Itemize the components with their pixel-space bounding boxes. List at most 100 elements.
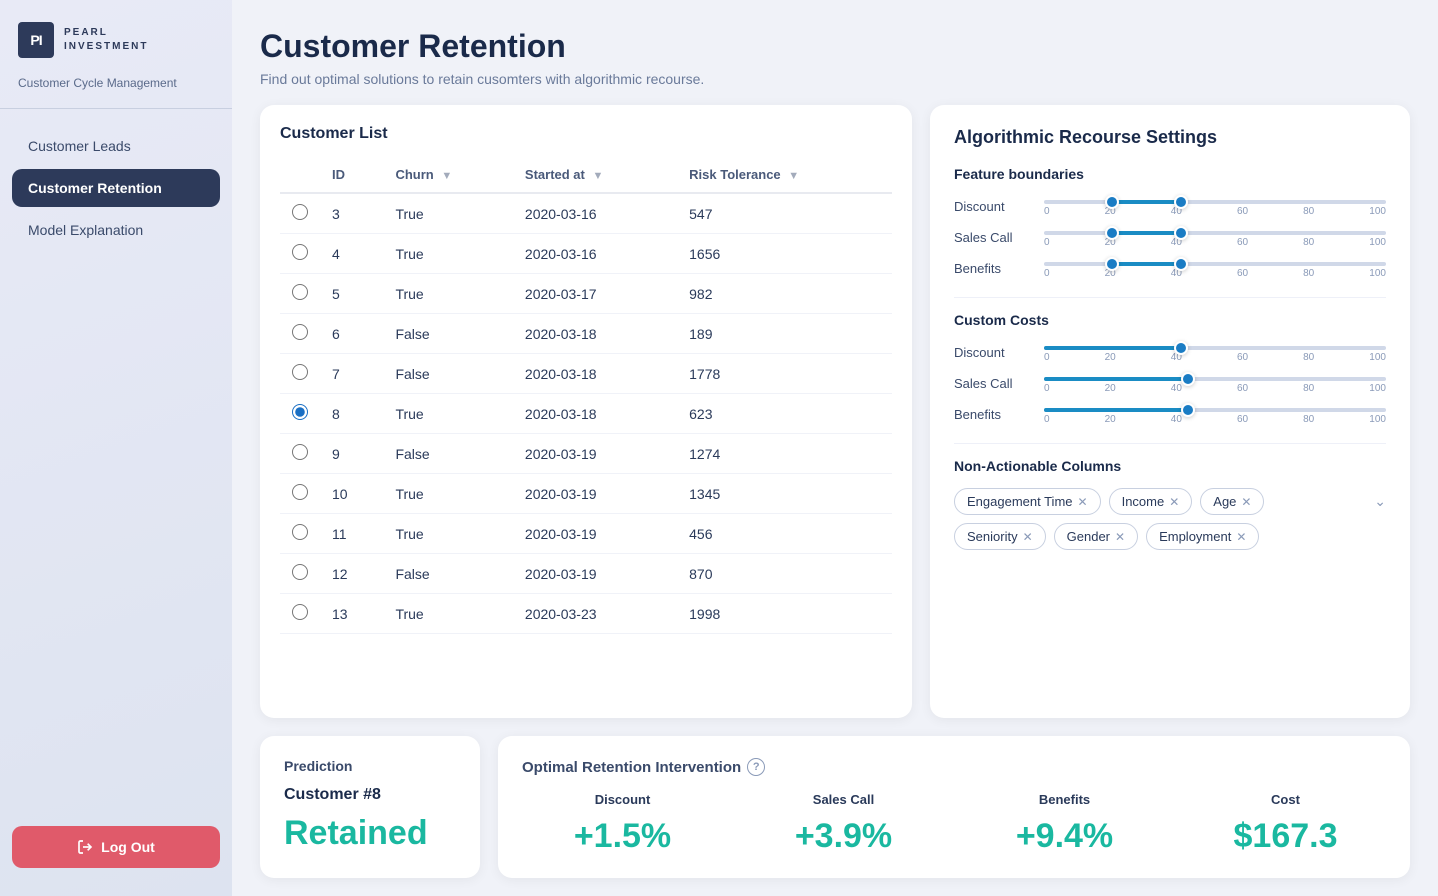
row-radio-cell[interactable] <box>280 554 320 594</box>
customer-radio[interactable] <box>292 524 308 540</box>
logo-text: PEARL INVESTMENT <box>64 26 148 54</box>
metric-cost: Cost $167.3 <box>1185 792 1386 856</box>
customer-table-wrap: ID Churn ▼ Started at ▼ Risk Tolerance ▼… <box>280 157 892 698</box>
feature-salescall-row: Sales Call 020406080100 <box>954 227 1386 248</box>
row-cell-risk_tolerance: 456 <box>677 514 892 554</box>
sidebar-subtitle: Customer Cycle Management <box>0 76 232 109</box>
row-cell-id: 8 <box>320 394 383 434</box>
non-actionable-header: Non-Actionable Columns <box>954 458 1386 474</box>
remove-gender[interactable]: ✕ <box>1115 531 1125 543</box>
cost-salescall-label: Sales Call <box>954 376 1034 391</box>
table-row: 7False2020-03-181778 <box>280 354 892 394</box>
remove-income[interactable]: ✕ <box>1169 496 1179 508</box>
table-row: 8True2020-03-18623 <box>280 394 892 434</box>
tag-engagement-time[interactable]: Engagement Time ✕ <box>954 488 1101 515</box>
row-cell-churn: False <box>383 354 512 394</box>
customer-radio[interactable] <box>292 324 308 340</box>
cost-discount-row: Discount 020406080100 <box>954 342 1386 363</box>
row-radio-cell[interactable] <box>280 234 320 274</box>
row-cell-id: 13 <box>320 594 383 634</box>
feature-boundaries-header: Feature boundaries <box>954 166 1386 182</box>
row-cell-id: 3 <box>320 193 383 234</box>
row-cell-started_at: 2020-03-19 <box>513 434 677 474</box>
remove-age[interactable]: ✕ <box>1241 496 1251 508</box>
non-actionable-tags-row2: Seniority ✕ Gender ✕ Employment ✕ <box>954 523 1386 550</box>
row-cell-risk_tolerance: 870 <box>677 554 892 594</box>
row-cell-risk_tolerance: 1345 <box>677 474 892 514</box>
customer-radio[interactable] <box>292 564 308 580</box>
sidebar-item-customer-retention[interactable]: Customer Retention <box>12 169 220 207</box>
customer-radio[interactable] <box>292 484 308 500</box>
logo-area: PI PEARL INVESTMENT <box>0 0 232 76</box>
row-cell-id: 9 <box>320 434 383 474</box>
feature-discount-slider: 020406080100 <box>1044 196 1386 217</box>
remove-employment[interactable]: ✕ <box>1236 531 1246 543</box>
row-cell-churn: True <box>383 394 512 434</box>
col-started-at[interactable]: Started at ▼ <box>513 157 677 193</box>
table-row: 11True2020-03-19456 <box>280 514 892 554</box>
non-actionable-tags: Engagement Time ✕ Income ✕ Age ✕ ⌄ <box>954 488 1386 515</box>
tag-employment[interactable]: Employment ✕ <box>1146 523 1259 550</box>
logout-button[interactable]: Log Out <box>12 826 220 868</box>
row-radio-cell[interactable] <box>280 474 320 514</box>
row-radio-cell[interactable] <box>280 274 320 314</box>
tag-income[interactable]: Income ✕ <box>1109 488 1193 515</box>
row-cell-started_at: 2020-03-19 <box>513 554 677 594</box>
tag-age[interactable]: Age ✕ <box>1200 488 1264 515</box>
customer-radio[interactable] <box>292 204 308 220</box>
row-cell-id: 5 <box>320 274 383 314</box>
table-row: 4True2020-03-161656 <box>280 234 892 274</box>
row-radio-cell[interactable] <box>280 354 320 394</box>
customer-radio[interactable] <box>292 404 308 420</box>
metric-discount: Discount +1.5% <box>522 792 723 856</box>
sidebar-item-customer-leads[interactable]: Customer Leads <box>12 127 220 165</box>
row-cell-started_at: 2020-03-16 <box>513 193 677 234</box>
cost-benefits-slider: 020406080100 <box>1044 404 1386 425</box>
col-id[interactable]: ID <box>320 157 383 193</box>
sidebar-item-model-explanation[interactable]: Model Explanation <box>12 211 220 249</box>
row-radio-cell[interactable] <box>280 514 320 554</box>
cost-discount-label: Discount <box>954 345 1034 360</box>
row-cell-id: 10 <box>320 474 383 514</box>
row-cell-id: 11 <box>320 514 383 554</box>
cost-benefits-row: Benefits 020406080100 <box>954 404 1386 425</box>
sidebar-footer: Log Out <box>12 826 220 868</box>
feature-salescall-slider: 020406080100 <box>1044 227 1386 248</box>
customer-radio[interactable] <box>292 444 308 460</box>
row-cell-started_at: 2020-03-23 <box>513 594 677 634</box>
customer-radio[interactable] <box>292 244 308 260</box>
intervention-info-icon[interactable]: ? <box>747 758 765 776</box>
customer-radio[interactable] <box>292 364 308 380</box>
page-title: Customer Retention <box>260 28 1410 65</box>
row-radio-cell[interactable] <box>280 434 320 474</box>
table-row: 13True2020-03-231998 <box>280 594 892 634</box>
table-row: 9False2020-03-191274 <box>280 434 892 474</box>
customer-radio[interactable] <box>292 284 308 300</box>
remove-engagement-time[interactable]: ✕ <box>1078 496 1088 508</box>
settings-panel: Algorithmic Recourse Settings Feature bo… <box>930 105 1410 718</box>
col-risk-tolerance[interactable]: Risk Tolerance ▼ <box>677 157 892 193</box>
tags-dropdown-chevron[interactable]: ⌄ <box>1374 493 1386 510</box>
metric-benefits-value: +9.4% <box>1016 817 1113 856</box>
col-churn[interactable]: Churn ▼ <box>383 157 512 193</box>
metric-benefits: Benefits +9.4% <box>964 792 1165 856</box>
remove-seniority[interactable]: ✕ <box>1023 531 1033 543</box>
row-cell-risk_tolerance: 189 <box>677 314 892 354</box>
customer-list-title: Customer List <box>280 125 892 143</box>
row-radio-cell[interactable] <box>280 594 320 634</box>
row-cell-started_at: 2020-03-18 <box>513 354 677 394</box>
customer-radio[interactable] <box>292 604 308 620</box>
row-radio-cell[interactable] <box>280 193 320 234</box>
intervention-panel: Optimal Retention Intervention ? Discoun… <box>498 736 1410 878</box>
metric-cost-header: Cost <box>1271 792 1300 807</box>
tag-seniority[interactable]: Seniority ✕ <box>954 523 1046 550</box>
intervention-title: Optimal Retention Intervention ? <box>522 758 1386 776</box>
metric-salescall-header: Sales Call <box>813 792 874 807</box>
row-radio-cell[interactable] <box>280 314 320 354</box>
tag-gender[interactable]: Gender ✕ <box>1054 523 1138 550</box>
metric-benefits-header: Benefits <box>1039 792 1090 807</box>
row-cell-churn: True <box>383 514 512 554</box>
row-radio-cell[interactable] <box>280 394 320 434</box>
row-cell-risk_tolerance: 1656 <box>677 234 892 274</box>
row-cell-id: 4 <box>320 234 383 274</box>
